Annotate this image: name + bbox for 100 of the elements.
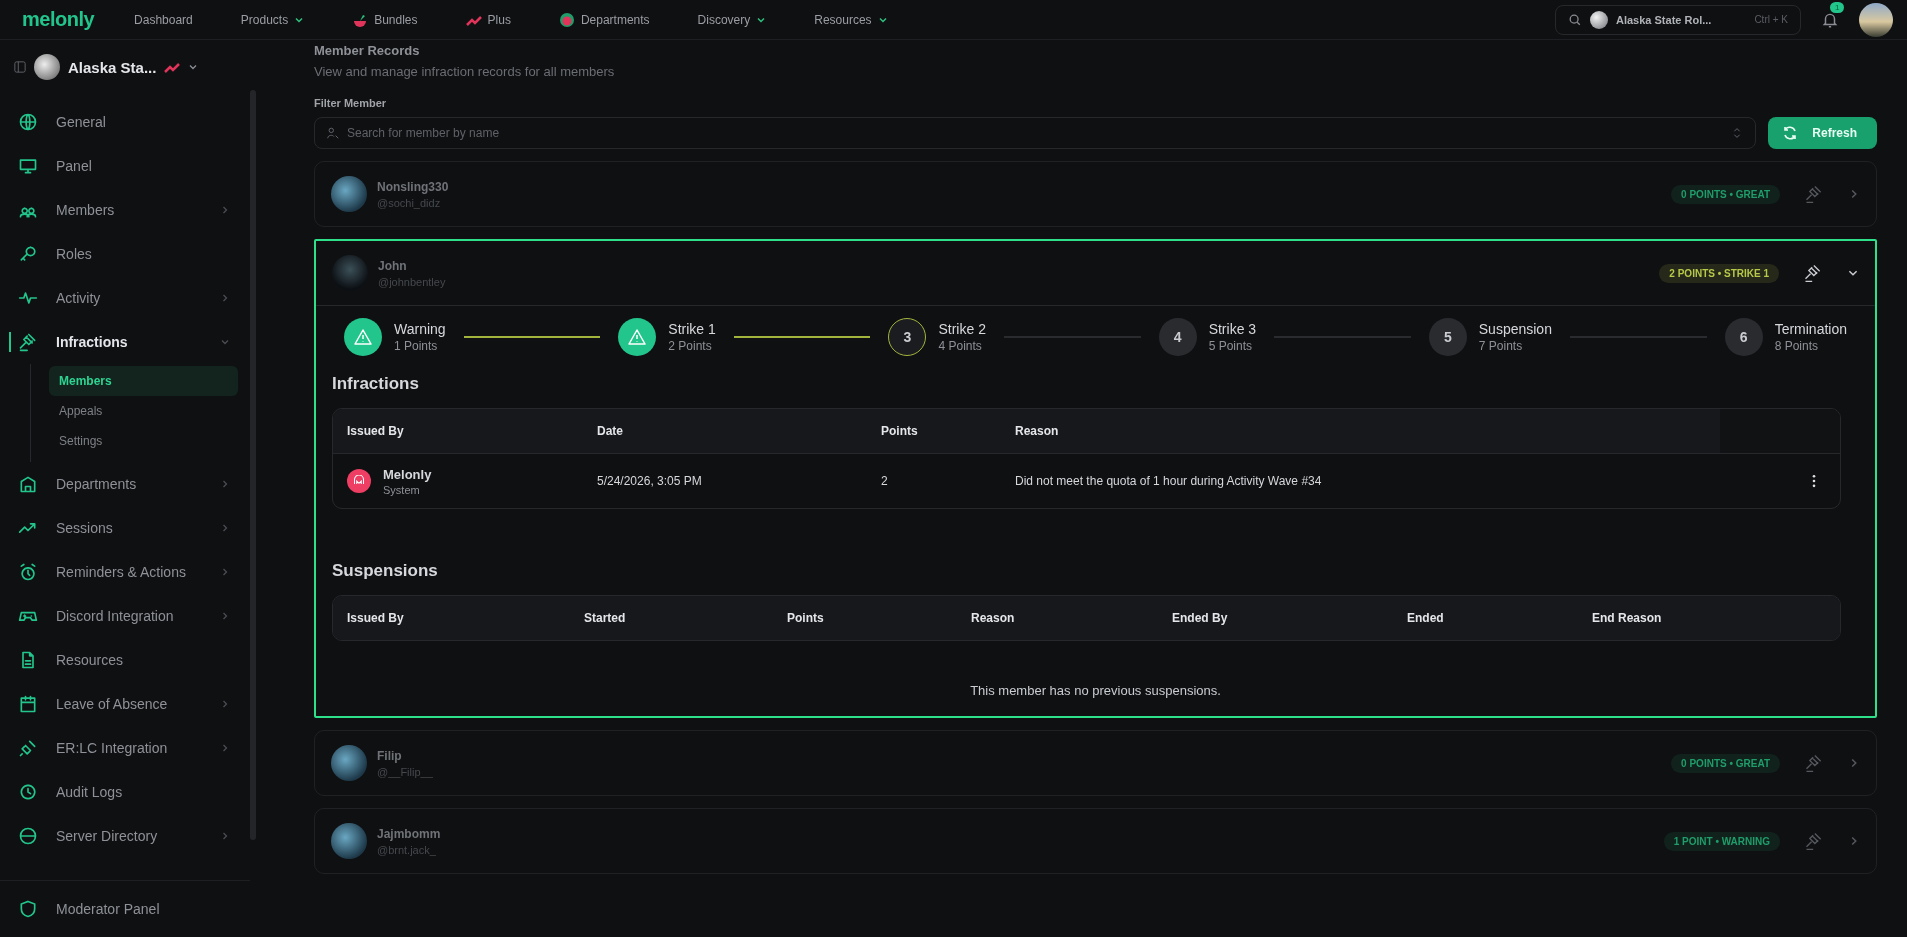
sidebar-item[interactable]: Discord Integration bbox=[18, 594, 238, 638]
column-header: Reason bbox=[1014, 424, 1060, 438]
sidebar-item[interactable]: Members bbox=[18, 188, 238, 232]
chevron-right-icon bbox=[220, 831, 230, 841]
chevron-right-icon bbox=[220, 743, 230, 753]
step-marker: 5 bbox=[1428, 318, 1467, 356]
column-header: Reason bbox=[970, 611, 1016, 625]
sidebar-subitem[interactable]: Settings bbox=[49, 426, 238, 456]
member-search-field[interactable]: Search for member by name bbox=[314, 117, 1757, 149]
column-header: Date bbox=[596, 424, 624, 438]
page-title: Member Records bbox=[314, 43, 421, 58]
sidebar-item[interactable]: Reminders & Actions bbox=[18, 550, 238, 594]
column-header: Points bbox=[786, 611, 825, 625]
chevron-right-icon bbox=[220, 293, 230, 303]
alarm-icon bbox=[18, 562, 38, 582]
user-avatar[interactable] bbox=[1859, 2, 1893, 37]
empty-message: This member has no previous suspensions. bbox=[969, 683, 1222, 698]
monitor-icon bbox=[18, 156, 38, 176]
section-title: Infractions bbox=[332, 374, 420, 394]
sidebar-item[interactable]: Leave of Absence bbox=[18, 682, 238, 726]
member-handle: @johnbentley bbox=[378, 275, 447, 288]
step-label: Suspension bbox=[1478, 321, 1552, 337]
globe-icon bbox=[18, 112, 38, 132]
member-handle: @sochi_didz bbox=[377, 196, 442, 209]
sidebar-item[interactable]: Departments bbox=[18, 462, 238, 506]
column-header: Issued By bbox=[346, 424, 405, 438]
server-name[interactable]: Alaska Sta... bbox=[68, 58, 157, 76]
step-points: 8 Points bbox=[1774, 339, 1819, 353]
member-name: Nonsling330 bbox=[377, 179, 450, 194]
table-cell-text: 2 bbox=[880, 474, 889, 488]
sidebar-item[interactable]: Panel bbox=[18, 144, 238, 188]
issuer-role: System bbox=[383, 483, 421, 496]
sidebar-item[interactable]: Sessions bbox=[18, 506, 238, 550]
nav-link[interactable]: Products bbox=[240, 12, 305, 27]
points-badge: 0 POINTS • GREAT bbox=[1671, 753, 1780, 773]
member-name: John bbox=[378, 258, 408, 273]
column-header: End Reason bbox=[1591, 611, 1663, 625]
chevron-right-icon bbox=[220, 479, 230, 489]
member-handle: @brnt.jack_ bbox=[377, 843, 437, 856]
points-badge: 1 POINT • WARNING bbox=[1663, 831, 1780, 851]
nav-link[interactable]: Bundles bbox=[352, 11, 418, 28]
sidebar-item[interactable]: Resources bbox=[18, 638, 238, 682]
sidebar-item[interactable]: General bbox=[18, 100, 238, 144]
step-points: 4 Points bbox=[938, 339, 983, 353]
logo[interactable]: melonly bbox=[22, 8, 95, 31]
person-search-icon bbox=[326, 126, 340, 140]
sidebar-item[interactable]: ER:LC Integration bbox=[18, 726, 238, 770]
issuer-name: Melonly bbox=[383, 466, 432, 482]
column-header: Ended By bbox=[1171, 611, 1229, 625]
nav-link[interactable]: Departments bbox=[558, 11, 650, 28]
sidebar-item[interactable]: Moderator Panel bbox=[18, 887, 238, 931]
sidebar-toggle-icon[interactable] bbox=[14, 61, 26, 73]
chevron-right-icon bbox=[220, 523, 230, 533]
warning-icon bbox=[353, 327, 373, 347]
step-points: 1 Points bbox=[394, 339, 439, 353]
sidebar-item[interactable]: Audit Logs bbox=[18, 770, 238, 814]
member-name: Jajmbomm bbox=[377, 826, 442, 841]
melon-icon bbox=[558, 11, 575, 28]
nav-link[interactable]: Plus bbox=[465, 11, 511, 28]
sidebar-item[interactable]: Roles bbox=[18, 232, 238, 276]
step-marker: 6 bbox=[1724, 318, 1763, 356]
avatar bbox=[331, 823, 367, 859]
more-icon[interactable] bbox=[1812, 474, 1816, 488]
step-points: 2 Points bbox=[668, 339, 713, 353]
chevron-right-icon bbox=[220, 567, 230, 577]
table-cell-text: 5/24/2026, 3:05 PM bbox=[596, 474, 703, 488]
step-points: 5 Points bbox=[1208, 339, 1253, 353]
chevron-down-icon bbox=[220, 337, 230, 347]
filter-label: Filter Member bbox=[314, 97, 388, 109]
calendar-icon bbox=[18, 694, 38, 714]
gavel-icon[interactable] bbox=[1803, 263, 1823, 283]
search-icon bbox=[1568, 12, 1582, 27]
step-label: Strike 1 bbox=[668, 321, 716, 337]
warning-icon bbox=[627, 327, 648, 347]
page-subtitle: View and manage infraction records for all members bbox=[314, 64, 616, 79]
avatar bbox=[331, 176, 367, 212]
chevron-right-icon bbox=[220, 205, 230, 215]
nav-link[interactable]: Discovery bbox=[697, 12, 767, 27]
step-label: Warning bbox=[394, 321, 446, 337]
step-label: Termination bbox=[1774, 321, 1847, 337]
chevron-right-icon bbox=[220, 699, 230, 709]
member-name: Filip bbox=[377, 748, 403, 763]
nav-link[interactable]: Dashboard bbox=[134, 12, 193, 27]
sidebar-subitem[interactable]: Members bbox=[49, 366, 238, 396]
column-header: Points bbox=[880, 424, 919, 438]
points-badge: 2 POINTS • STRIKE 1 bbox=[1659, 263, 1779, 283]
step-marker: 4 bbox=[1158, 318, 1197, 356]
sidebar-subitem[interactable]: Appeals bbox=[49, 396, 238, 426]
refresh-button[interactable]: Refresh bbox=[1768, 117, 1877, 149]
sidebar-item[interactable]: Activity bbox=[18, 276, 238, 320]
avatar bbox=[332, 255, 368, 291]
sidebar-item[interactable]: Server Directory bbox=[18, 814, 238, 858]
shortcut-hint: Ctrl + K bbox=[1754, 14, 1788, 25]
server-avatar bbox=[34, 54, 60, 80]
step-label: Strike 2 bbox=[938, 321, 986, 337]
step-marker: 3 bbox=[888, 318, 927, 356]
step-label: Strike 3 bbox=[1208, 321, 1257, 337]
globe-icon bbox=[18, 826, 38, 846]
nav-link[interactable]: Resources bbox=[814, 12, 888, 27]
server-search-field[interactable]: Alaska State Rol... Ctrl + K bbox=[1555, 4, 1801, 35]
